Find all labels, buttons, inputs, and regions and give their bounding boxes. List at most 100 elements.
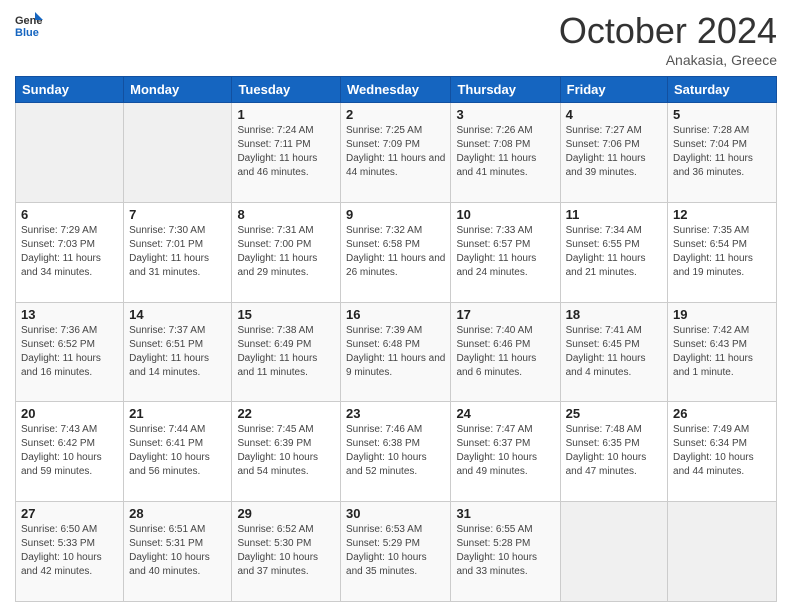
day-detail: Sunrise: 7:48 AMSunset: 6:35 PMDaylight:…	[566, 423, 662, 479]
day-number: 6	[21, 207, 118, 222]
day-cell: 16Sunrise: 7:39 AMSunset: 6:48 PMDayligh…	[341, 302, 451, 402]
logo: General Blue	[15, 10, 43, 38]
day-number: 30	[346, 506, 445, 521]
day-detail: Sunrise: 7:49 AMSunset: 6:34 PMDaylight:…	[673, 423, 771, 479]
day-detail: Sunrise: 7:41 AMSunset: 6:45 PMDaylight:…	[566, 324, 662, 380]
day-cell: 6Sunrise: 7:29 AMSunset: 7:03 PMDaylight…	[16, 202, 124, 302]
day-detail: Sunrise: 7:33 AMSunset: 6:57 PMDaylight:…	[456, 224, 554, 280]
month-title: October 2024	[559, 10, 777, 52]
day-number: 25	[566, 406, 662, 421]
day-cell: 11 Sunrise: 7:34 AMSunset: 6:55 PMDayligh…	[560, 202, 667, 302]
day-cell	[668, 502, 777, 602]
day-detail: Sunrise: 7:26 AMSunset: 7:08 PMDaylight:…	[456, 124, 554, 180]
day-detail: Sunrise: 7:45 AMSunset: 6:39 PMDaylight:…	[237, 423, 335, 479]
day-cell: 9 Sunrise: 7:32 AMSunset: 6:58 PMDaylight…	[341, 202, 451, 302]
day-cell: 24 Sunrise: 7:47 AMSunset: 6:37 PMDayligh…	[451, 402, 560, 502]
day-detail: Sunrise: 7:37 AMSunset: 6:51 PMDaylight:…	[129, 324, 226, 380]
day-detail: Sunrise: 7:32 AMSunset: 6:58 PMDaylight:…	[346, 224, 445, 280]
day-cell: 17 Sunrise: 7:40 AMSunset: 6:46 PMDayligh…	[451, 302, 560, 402]
day-detail: Sunrise: 7:47 AMSunset: 6:37 PMDaylight:…	[456, 423, 554, 479]
day-number: 26	[673, 406, 771, 421]
day-cell: 28Sunrise: 6:51 AMSunset: 5:31 PMDayligh…	[124, 502, 232, 602]
day-cell: 29Sunrise: 6:52 AMSunset: 5:30 PMDayligh…	[232, 502, 341, 602]
day-number: 17	[456, 307, 554, 322]
week-row-3: 13 Sunrise: 7:36 AMSunset: 6:52 PMDayligh…	[16, 302, 777, 402]
day-cell: 21 Sunrise: 7:44 AMSunset: 6:41 PMDayligh…	[124, 402, 232, 502]
day-cell: 27 Sunrise: 6:50 AMSunset: 5:33 PMDayligh…	[16, 502, 124, 602]
day-cell	[16, 103, 124, 203]
day-number: 19	[673, 307, 771, 322]
logo-icon: General Blue	[15, 10, 43, 38]
day-detail: Sunrise: 7:43 AMSunset: 6:42 PMDaylight:…	[21, 423, 118, 479]
title-section: October 2024 Anakasia, Greece	[559, 10, 777, 68]
day-cell: 7 Sunrise: 7:30 AMSunset: 7:01 PMDaylight…	[124, 202, 232, 302]
day-header-tuesday: Tuesday	[232, 77, 341, 103]
day-cell: 15Sunrise: 7:38 AMSunset: 6:49 PMDayligh…	[232, 302, 341, 402]
day-number: 8	[237, 207, 335, 222]
day-header-monday: Monday	[124, 77, 232, 103]
day-cell	[560, 502, 667, 602]
day-number: 16	[346, 307, 445, 322]
header: General Blue October 2024 Anakasia, Gree…	[15, 10, 777, 68]
day-number: 24	[456, 406, 554, 421]
day-number: 23	[346, 406, 445, 421]
day-number: 27	[21, 506, 118, 521]
week-row-4: 20 Sunrise: 7:43 AMSunset: 6:42 PMDayligh…	[16, 402, 777, 502]
day-number: 4	[566, 107, 662, 122]
day-detail: Sunrise: 7:28 AMSunset: 7:04 PMDaylight:…	[673, 124, 771, 180]
day-cell: 31 Sunrise: 6:55 AMSunset: 5:28 PMDayligh…	[451, 502, 560, 602]
day-cell: 22Sunrise: 7:45 AMSunset: 6:39 PMDayligh…	[232, 402, 341, 502]
day-header-sunday: Sunday	[16, 77, 124, 103]
day-number: 13	[21, 307, 118, 322]
day-detail: Sunrise: 7:30 AMSunset: 7:01 PMDaylight:…	[129, 224, 226, 280]
day-detail: Sunrise: 6:50 AMSunset: 5:33 PMDaylight:…	[21, 523, 118, 579]
day-number: 11	[566, 207, 662, 222]
day-cell: 2Sunrise: 7:25 AMSunset: 7:09 PMDaylight…	[341, 103, 451, 203]
day-cell: 30 Sunrise: 6:53 AMSunset: 5:29 PMDayligh…	[341, 502, 451, 602]
week-row-1: 1 Sunrise: 7:24 AMSunset: 7:11 PMDaylight…	[16, 103, 777, 203]
day-cell: 13 Sunrise: 7:36 AMSunset: 6:52 PMDayligh…	[16, 302, 124, 402]
day-detail: Sunrise: 6:53 AMSunset: 5:29 PMDaylight:…	[346, 523, 445, 579]
subtitle: Anakasia, Greece	[559, 52, 777, 68]
day-header-saturday: Saturday	[668, 77, 777, 103]
day-number: 29	[237, 506, 335, 521]
week-row-5: 27 Sunrise: 6:50 AMSunset: 5:33 PMDayligh…	[16, 502, 777, 602]
day-cell: 3 Sunrise: 7:26 AMSunset: 7:08 PMDaylight…	[451, 103, 560, 203]
day-number: 7	[129, 207, 226, 222]
day-cell: 4 Sunrise: 7:27 AMSunset: 7:06 PMDaylight…	[560, 103, 667, 203]
day-cell: 20 Sunrise: 7:43 AMSunset: 6:42 PMDayligh…	[16, 402, 124, 502]
day-cell: 10Sunrise: 7:33 AMSunset: 6:57 PMDayligh…	[451, 202, 560, 302]
day-cell: 19Sunrise: 7:42 AMSunset: 6:43 PMDayligh…	[668, 302, 777, 402]
day-detail: Sunrise: 6:51 AMSunset: 5:31 PMDaylight:…	[129, 523, 226, 579]
day-detail: Sunrise: 7:27 AMSunset: 7:06 PMDaylight:…	[566, 124, 662, 180]
day-number: 21	[129, 406, 226, 421]
day-detail: Sunrise: 7:36 AMSunset: 6:52 PMDaylight:…	[21, 324, 118, 380]
day-detail: Sunrise: 7:40 AMSunset: 6:46 PMDaylight:…	[456, 324, 554, 380]
day-cell	[124, 103, 232, 203]
day-number: 31	[456, 506, 554, 521]
day-detail: Sunrise: 7:46 AMSunset: 6:38 PMDaylight:…	[346, 423, 445, 479]
day-detail: Sunrise: 7:25 AMSunset: 7:09 PMDaylight:…	[346, 124, 445, 180]
day-detail: Sunrise: 7:34 AMSunset: 6:55 PMDaylight:…	[566, 224, 662, 280]
day-cell: 1 Sunrise: 7:24 AMSunset: 7:11 PMDaylight…	[232, 103, 341, 203]
day-detail: Sunrise: 7:35 AMSunset: 6:54 PMDaylight:…	[673, 224, 771, 280]
day-number: 20	[21, 406, 118, 421]
day-header-wednesday: Wednesday	[341, 77, 451, 103]
day-cell: 18 Sunrise: 7:41 AMSunset: 6:45 PMDayligh…	[560, 302, 667, 402]
calendar-page: General Blue October 2024 Anakasia, Gree…	[0, 0, 792, 612]
day-number: 18	[566, 307, 662, 322]
day-number: 14	[129, 307, 226, 322]
calendar-table: SundayMondayTuesdayWednesdayThursdayFrid…	[15, 76, 777, 602]
day-detail: Sunrise: 7:24 AMSunset: 7:11 PMDaylight:…	[237, 124, 335, 180]
day-cell: 12Sunrise: 7:35 AMSunset: 6:54 PMDayligh…	[668, 202, 777, 302]
day-cell: 14 Sunrise: 7:37 AMSunset: 6:51 PMDayligh…	[124, 302, 232, 402]
day-number: 5	[673, 107, 771, 122]
day-cell: 8Sunrise: 7:31 AMSunset: 7:00 PMDaylight…	[232, 202, 341, 302]
day-cell: 5 Sunrise: 7:28 AMSunset: 7:04 PMDaylight…	[668, 103, 777, 203]
day-number: 9	[346, 207, 445, 222]
day-detail: Sunrise: 6:55 AMSunset: 5:28 PMDaylight:…	[456, 523, 554, 579]
day-number: 3	[456, 107, 554, 122]
day-detail: Sunrise: 7:44 AMSunset: 6:41 PMDaylight:…	[129, 423, 226, 479]
day-cell: 26 Sunrise: 7:49 AMSunset: 6:34 PMDayligh…	[668, 402, 777, 502]
day-number: 1	[237, 107, 335, 122]
